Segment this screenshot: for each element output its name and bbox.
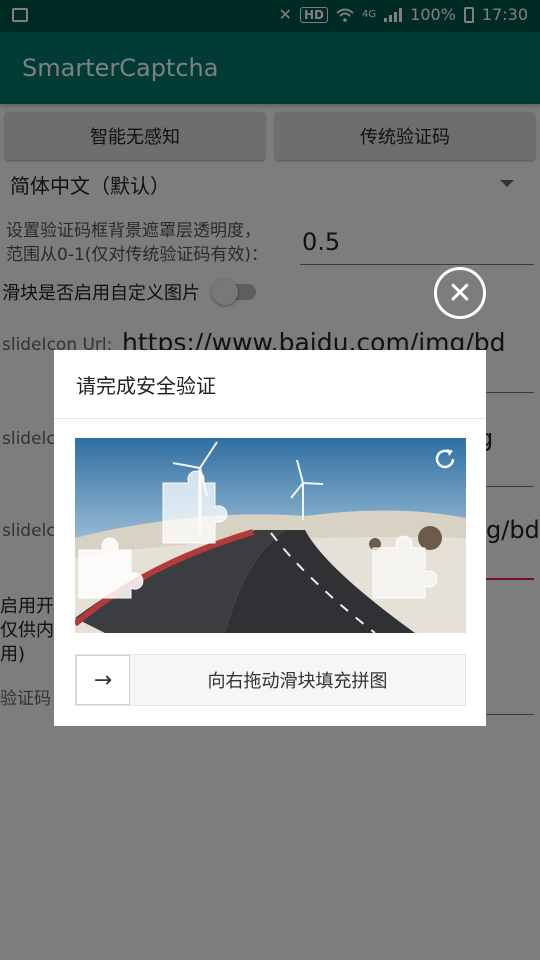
slider-hint: 向右拖动滑块填充拼图 (207, 671, 388, 692)
refresh-icon[interactable] (432, 446, 458, 472)
close-icon[interactable]: ✕ (434, 267, 486, 319)
slider-track[interactable]: → 向右拖动滑块填充拼图 (75, 654, 466, 706)
captcha-dialog: 请完成安全验证 → 向右拖动滑块填充拼图 (54, 350, 486, 726)
dialog-header: 请完成安全验证 (54, 350, 486, 419)
puzzle-image (75, 438, 466, 633)
arrow-right-icon[interactable]: → (76, 655, 130, 705)
dialog-title: 请完成安全验证 (76, 373, 216, 398)
